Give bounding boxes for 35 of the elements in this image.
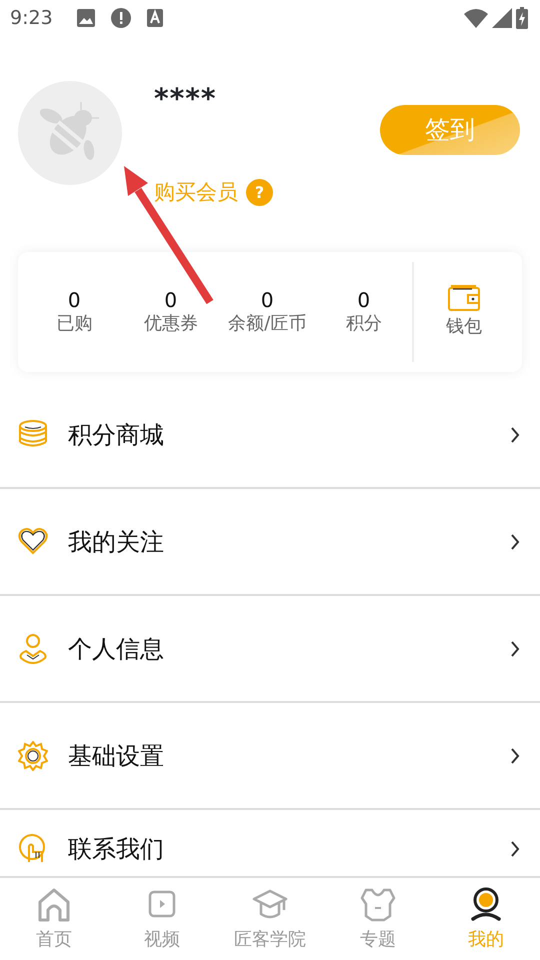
gear-icon: [18, 740, 48, 770]
wifi-icon: [464, 8, 488, 28]
battery-icon: [516, 7, 528, 29]
wallet-label[interactable]: 钱包: [446, 315, 482, 339]
stat-label[interactable]: 已购: [26, 312, 122, 336]
stat-value: 0: [66, 288, 82, 312]
stat-label[interactable]: 积分: [316, 312, 412, 336]
stat-value: 0: [163, 288, 178, 312]
stat-label[interactable]: 余额/匠币: [219, 312, 316, 336]
chevron-icon: [510, 534, 520, 550]
menu-item[interactable]: 联系我们: [0, 810, 540, 874]
home-icon: [36, 886, 72, 922]
stat-value: 0: [356, 288, 372, 312]
image-icon: [76, 9, 95, 27]
person-icon: [18, 634, 48, 664]
menu-item[interactable]: 我的关注: [0, 489, 540, 596]
stat-value: 0: [260, 288, 275, 312]
font-icon: [146, 9, 163, 27]
chevron-icon: [510, 748, 520, 764]
chevron-icon: [510, 640, 520, 656]
user-name: ****: [154, 85, 218, 113]
wallet-icon: [448, 285, 480, 312]
heart-icon: [18, 526, 48, 556]
profile-icon: [468, 886, 504, 922]
signal-icon: [492, 8, 512, 28]
chevron-icon: [510, 426, 520, 442]
chevron-icon: [510, 841, 520, 857]
menu-item[interactable]: 积分商城: [0, 382, 540, 489]
menu-item[interactable]: 个人信息: [0, 596, 540, 703]
menu-item[interactable]: 基础设置: [0, 703, 540, 810]
stat-label[interactable]: 优惠券: [122, 312, 219, 336]
alert-icon: [110, 8, 131, 28]
hand-pointer-icon: [18, 834, 48, 864]
status-time: 9:23: [10, 6, 53, 31]
coins-icon: [18, 420, 48, 450]
